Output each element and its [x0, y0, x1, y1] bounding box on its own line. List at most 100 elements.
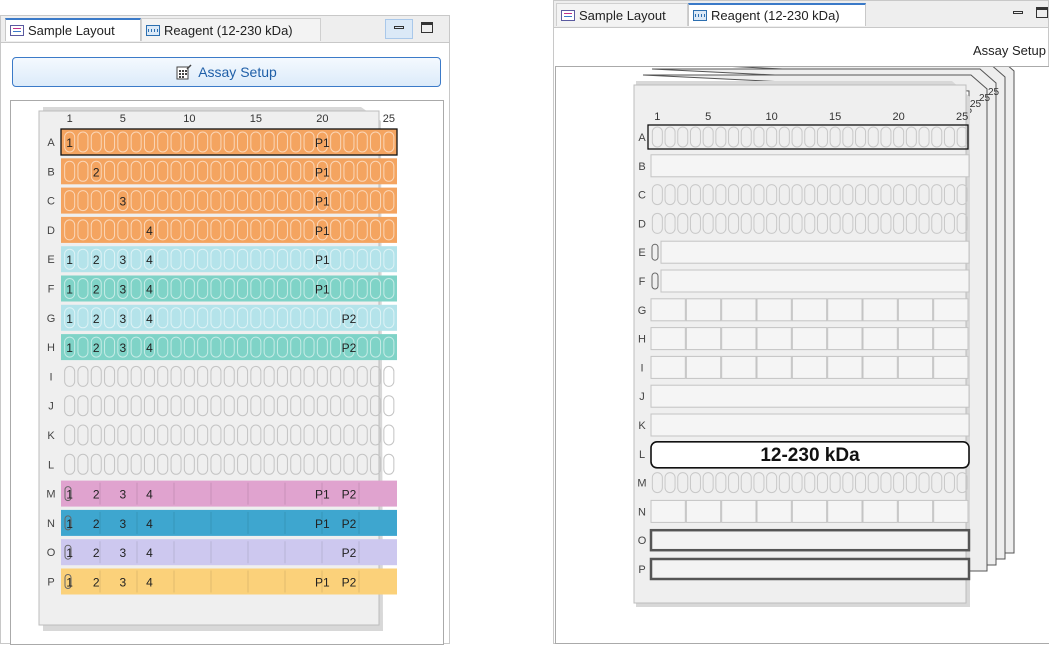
reagent-cell: [933, 499, 969, 523]
tab-reagent[interactable]: Reagent (12-230 kDa): [688, 3, 866, 26]
reagent-cell: [862, 298, 898, 322]
row-label: H: [638, 334, 646, 346]
reagent-cell: [827, 298, 863, 322]
sample-plate[interactable]: 1 5 10 15 20 25A 1 P1B 2 P1C 3 P1D 4 P1E 1 2 3 4 P1F 1 2 3 4 P1…: [11, 101, 443, 644]
well: [383, 365, 395, 387]
left-panel: Sample Layout Reagent (12-230 kDa) Assay…: [0, 15, 450, 645]
row-label: F: [639, 276, 646, 288]
sample-label: 4: [146, 312, 153, 326]
reagent-cell: [933, 355, 969, 379]
maximize-icon[interactable]: [421, 22, 433, 33]
minimize-icon[interactable]: [1012, 7, 1024, 18]
sample-label: P2: [342, 546, 357, 560]
sample-label: P2: [342, 312, 357, 326]
sample-label: 2: [93, 253, 100, 267]
assay-setup-link[interactable]: Assay Setup: [973, 43, 1046, 58]
reagent-lane: [660, 240, 970, 264]
column-label: 10: [766, 111, 778, 123]
reagent-cell: [756, 327, 792, 351]
sample-label: 1: [66, 546, 73, 560]
row-label: F: [48, 284, 55, 296]
row-label: B: [638, 161, 645, 173]
row-label: K: [47, 430, 55, 442]
sample-label: 1: [66, 283, 73, 297]
sample-label: 1: [66, 488, 73, 502]
reagent-plate[interactable]: 252525251510152025ABCDEFGHIJKL12-230 kDa…: [556, 56, 1049, 643]
column-label: 20: [893, 111, 905, 123]
reagent-icon: [146, 24, 160, 36]
minimize-icon[interactable]: [393, 22, 405, 33]
row-label: J: [639, 391, 645, 403]
reagent-cell: [756, 355, 792, 379]
tab-sample-layout[interactable]: Sample Layout: [556, 3, 688, 26]
reagent-cell: [827, 327, 863, 351]
sample-label: P1: [315, 283, 330, 297]
tab-reagent[interactable]: Reagent (12-230 kDa): [141, 18, 321, 41]
column-label: 15: [829, 111, 841, 123]
sample-label: P1: [315, 253, 330, 267]
reagent-lane: [650, 413, 970, 437]
reagent-cell: [897, 355, 934, 379]
tab-label: Reagent (12-230 kDa): [711, 8, 840, 23]
sample-label: P1: [315, 488, 330, 502]
tab-sample-layout[interactable]: Sample Layout: [5, 18, 141, 41]
sample-layout-canvas: 1 5 10 15 20 25 A 1 P1 B 2 P1 C 3 P1 D 4 P1 E 1 2 3 4 P1 F 1 2 3 4 P1…: [10, 100, 444, 645]
sample-label: 2: [93, 165, 100, 179]
maximize-icon[interactable]: [1036, 7, 1048, 18]
column-label: 5: [705, 111, 711, 123]
reagent-cell: [933, 298, 969, 322]
right-content: Assay Setup 252525251510152025ABCDEFGHIJ…: [554, 28, 1049, 644]
sample-label: 3: [120, 517, 127, 531]
sample-label: 1: [66, 136, 73, 150]
sample-label: 4: [146, 283, 153, 297]
reagent-cell: [685, 298, 722, 322]
sample-label: P2: [342, 517, 357, 531]
reagent-icon: [693, 10, 707, 21]
sample-label: 2: [93, 517, 100, 531]
reagent-label: 12-230 kDa: [760, 445, 860, 466]
reagent-cell: [650, 298, 686, 322]
column-label: 5: [120, 113, 126, 125]
sample-label: 4: [146, 224, 153, 238]
reagent-cell: [897, 499, 934, 523]
reagent-cell: [756, 298, 792, 322]
sample-label: 4: [146, 253, 153, 267]
sample-label: 1: [66, 576, 73, 590]
reagent-cell: [791, 355, 828, 379]
row-label: E: [47, 254, 54, 266]
column-label: 1: [67, 113, 73, 125]
row-label: I: [49, 371, 52, 383]
reagent-cell: [650, 499, 686, 523]
row-label: L: [639, 449, 645, 461]
row-label: A: [638, 132, 646, 144]
sample-label: P1: [315, 517, 330, 531]
row-label: M: [637, 478, 646, 490]
column-label: 10: [183, 113, 195, 125]
reagent-cell: [685, 355, 722, 379]
reagent-cell: [721, 298, 757, 322]
layout-icon: [561, 9, 575, 21]
right-tab-bar: Sample Layout Reagent (12-230 kDa): [554, 1, 1048, 28]
row-label: G: [638, 305, 647, 317]
left-content: Assay Setup 1 5 10 15 20 25 A 1 P1 B 2 P1 C 3 P1 D 4 P1 E 1…: [1, 43, 449, 645]
sample-label: P1: [315, 136, 330, 150]
row-label: M: [46, 489, 55, 501]
column-label: 1: [654, 111, 660, 123]
assay-setup-button[interactable]: Assay Setup: [12, 57, 441, 87]
left-tab-bar: Sample Layout Reagent (12-230 kDa): [1, 16, 449, 43]
row-label: I: [640, 362, 643, 374]
sample-label: 1: [66, 341, 73, 355]
calculator-icon: [176, 64, 192, 80]
column-label: 25: [956, 111, 968, 123]
reagent-cell: [650, 327, 686, 351]
reagent-trough: [649, 528, 971, 552]
row-label: D: [638, 218, 646, 230]
stack-label: 25: [988, 87, 1000, 98]
sample-label: P2: [342, 576, 357, 590]
reagent-cell: [862, 327, 898, 351]
sample-label: 4: [146, 546, 153, 560]
sample-label: 4: [146, 488, 153, 502]
assay-setup-label: Assay Setup: [198, 64, 277, 80]
sample-label: P2: [342, 488, 357, 502]
row-label: K: [638, 420, 646, 432]
